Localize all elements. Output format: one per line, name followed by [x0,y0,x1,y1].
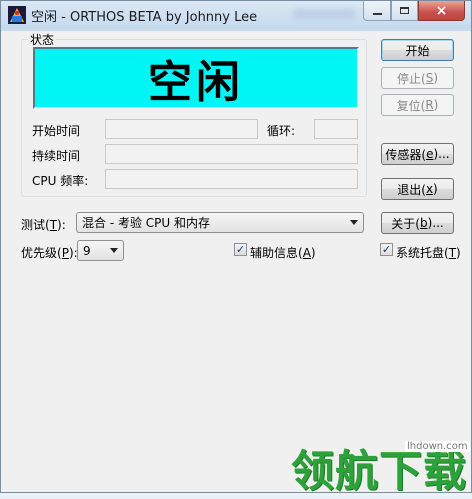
system-tray-checkbox[interactable]: ✓ [380,243,393,256]
cpu-freq-label: CPU 频率: [32,174,89,188]
priority-label-text: 优先级( [21,246,62,260]
test-label-key: T [49,218,58,232]
reset-button-key: R [425,98,434,112]
maximize-button[interactable] [391,1,418,21]
watermark-url: lhdown.com [405,441,470,452]
start-time-label: 开始时间 [32,124,81,138]
reset-button-label: 复位( [396,98,426,113]
chevron-down-icon [110,248,118,253]
exit-button-key: x [425,182,434,196]
duration-field [105,144,358,164]
sensors-button-key: e [426,147,434,161]
sensors-button-label: 传感器( [385,147,427,162]
minimize-button[interactable] [363,1,391,21]
title-blur-overlay [293,9,355,19]
aux-info-label[interactable]: 辅助信息(A) [250,244,316,261]
duration-label: 持续时间 [32,149,81,163]
test-label: 测试(T): [21,218,66,232]
about-button-suffix: )... [427,216,444,230]
aux-info-checkbox[interactable]: ✓ [234,243,247,256]
loop-field [314,119,358,139]
priority-value: 9 [83,243,91,258]
stop-button[interactable]: 停止(S) [381,67,454,89]
about-button-key: b [419,216,428,230]
aux-info-label-text: 辅助信息( [250,246,303,260]
orthos-app-icon [8,6,26,24]
system-tray-key: T [448,246,457,260]
start-time-field [105,119,258,139]
chevron-down-icon [350,220,358,225]
stop-button-key: S [425,71,434,85]
reset-button[interactable]: 复位(R) [381,94,454,116]
minimize-icon [372,12,382,15]
start-button-label: 开始 [405,43,430,58]
exit-button[interactable]: 退出(x) [381,178,454,200]
cpu-freq-field [105,169,358,189]
system-tray-label-text: 系统托盘( [396,246,449,260]
priority-label: 优先级(P): [21,246,78,260]
reset-button-paren: ) [433,98,439,112]
app-window: 空闲 - ORTHOS BETA by Johnny Lee × 状态 空闲 开… [0,0,472,497]
priority-label-key: P [61,246,69,260]
about-button[interactable]: 关于(b)... [381,212,454,234]
stop-button-label: 停止( [397,71,426,86]
title-bar[interactable]: 空闲 - ORTHOS BETA by Johnny Lee × [1,1,471,29]
window-title: 空闲 - ORTHOS BETA by Johnny Lee [31,10,258,25]
close-button[interactable]: × [418,1,465,21]
status-group-label: 状态 [28,31,57,48]
exit-button-paren: ) [433,182,438,196]
status-display: 空闲 [33,47,359,109]
maximize-icon [400,7,409,14]
system-tray-label[interactable]: 系统托盘(T) [396,244,461,261]
about-button-label: 关于( [391,216,420,231]
test-label-text: 测试( [21,218,50,232]
sensors-button-suffix: )... [433,147,450,161]
start-button[interactable]: 开始 [381,39,454,61]
exit-button-label: 退出( [397,182,426,197]
stop-button-paren: ) [433,71,438,85]
loop-label: 循环: [267,124,296,138]
sensors-button[interactable]: 传感器(e)... [381,143,454,165]
aux-info-key: A [302,246,311,260]
close-icon: × [435,2,448,19]
priority-select[interactable]: 9 [77,240,124,261]
test-mode-value: 混合 - 考验 CPU 和内存 [82,216,210,230]
test-mode-select[interactable]: 混合 - 考验 CPU 和内存 [76,212,364,233]
